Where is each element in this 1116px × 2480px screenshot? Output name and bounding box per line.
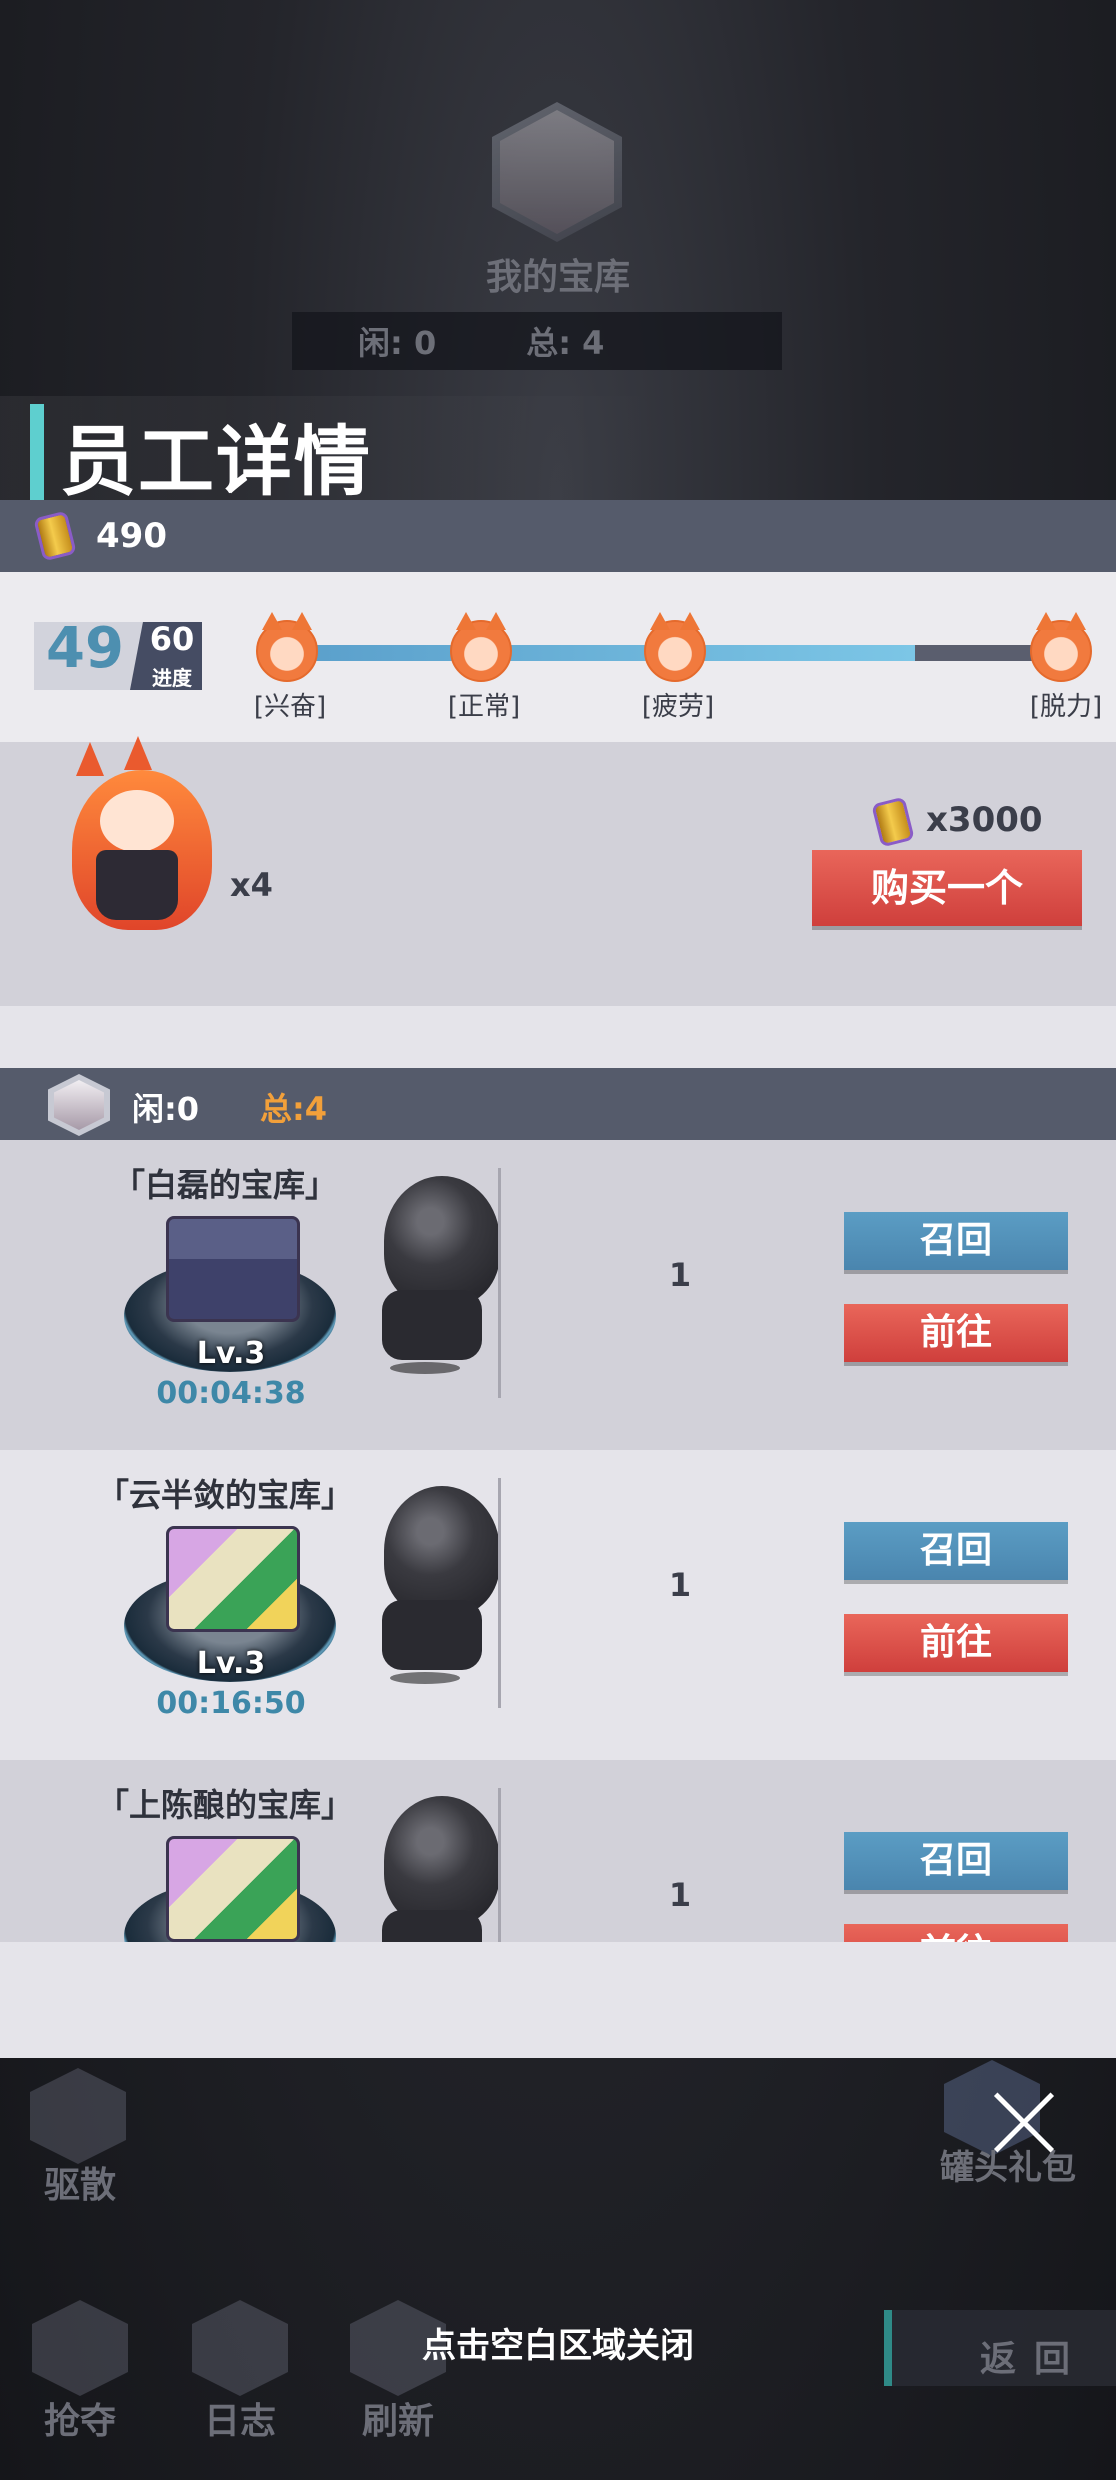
vault-worker-count: 1	[668, 1876, 692, 1914]
back-accent	[884, 2310, 892, 2386]
refresh-label: 刷新	[361, 2401, 434, 2442]
employee-face	[100, 790, 174, 852]
vault-name: 「白磊的宝库」	[112, 1166, 337, 1204]
thief-hood-icon	[384, 1176, 500, 1306]
stage-exhausted-icon	[1030, 612, 1092, 682]
vault-level: Lv.3	[196, 1336, 266, 1371]
recall-button[interactable]: 召回	[844, 1832, 1068, 1890]
stage-label-normal: [正常]	[447, 692, 521, 722]
currency-bar	[0, 500, 1116, 572]
progress-label: 进度	[152, 666, 192, 690]
thief-shadow	[390, 1362, 460, 1374]
goto-button[interactable]: 前往	[844, 1924, 1068, 1942]
list-total-count: 总:4	[260, 1090, 328, 1128]
vault-item: 「白磊的宝库」 Lv.3 00:04:38 1 召回 前往	[0, 1140, 1116, 1450]
stage-normal-icon	[450, 612, 512, 682]
vault-timer: 00:04:38	[156, 1376, 306, 1411]
vault-item: 「上陈酿的宝库」 1 召回 前往	[0, 1760, 1116, 1942]
progress-max: 60	[149, 620, 195, 658]
vault-divider	[498, 1788, 501, 1942]
vault-timer: 00:16:50	[156, 1686, 306, 1721]
fox-ear-icon	[76, 742, 104, 776]
list-idle-count: 闲:0	[132, 1090, 200, 1128]
vault-worker-count: 1	[668, 1566, 692, 1604]
progress-current: 49	[46, 616, 124, 681]
vault-divider	[498, 1168, 501, 1398]
employee-count: x4	[230, 866, 273, 904]
thief-body	[382, 1600, 482, 1670]
employee-price: x3000	[926, 800, 1043, 840]
stage-label-exhausted: [脱力]	[1029, 692, 1103, 722]
plunder-label: 抢夺	[43, 2401, 116, 2442]
vault-divider	[498, 1478, 501, 1708]
progress-fill	[292, 645, 915, 661]
section-spacer	[0, 1006, 1116, 1068]
title-accent-bar	[30, 404, 44, 500]
panel-title: 员工详情	[60, 417, 372, 506]
log-label: 日志	[203, 2401, 276, 2442]
goto-button[interactable]: 前往	[844, 1614, 1068, 1672]
vault-chest-icon	[166, 1526, 300, 1632]
stage-label-tired: [疲劳]	[641, 692, 715, 722]
back-label: 返回	[980, 2339, 1089, 2380]
stage-tired-icon	[644, 612, 706, 682]
vault-chest-icon	[166, 1836, 300, 1942]
fox-ear-icon	[124, 736, 152, 770]
total-stat: 总: 4	[526, 324, 605, 362]
goto-button[interactable]: 前往	[844, 1304, 1068, 1362]
recall-button[interactable]: 召回	[844, 1522, 1068, 1580]
thief-body	[382, 1910, 482, 1942]
recall-button[interactable]: 召回	[844, 1212, 1068, 1270]
vault-name: 「云半敛的宝库」	[96, 1476, 353, 1514]
vault-machine-icon	[166, 1216, 300, 1322]
vault-item: 「云半敛的宝库」 Lv.3 00:16:50 1 召回 前往	[0, 1450, 1116, 1760]
vault-title: 我的宝库	[485, 257, 630, 298]
vault-level: Lv.3	[196, 1646, 266, 1681]
thief-body	[382, 1290, 482, 1360]
stage-excited-icon	[256, 612, 318, 682]
buy-one-button[interactable]: 购买一个	[812, 850, 1082, 926]
panel-bottom	[0, 1942, 1116, 2058]
vault-name: 「上陈酿的宝库」	[96, 1786, 353, 1824]
idle-stat: 闲: 0	[358, 324, 437, 362]
close-icon[interactable]	[990, 2088, 1058, 2156]
vault-stats: 闲: 0 总: 4	[292, 312, 782, 370]
currency-value: 490	[96, 516, 167, 556]
thief-shadow	[390, 1672, 460, 1684]
vault-worker-count: 1	[668, 1256, 692, 1294]
stage-label-excited: [兴奋]	[253, 692, 327, 722]
thief-hood-icon	[384, 1486, 500, 1616]
employee-outfit	[96, 850, 178, 920]
disperse-label: 驱散	[43, 2165, 116, 2206]
thief-hood-icon	[384, 1796, 500, 1926]
vault-list[interactable]: 「白磊的宝库」 Lv.3 00:04:38 1 召回 前往 「云半敛的宝库」 L…	[0, 1140, 1116, 1942]
